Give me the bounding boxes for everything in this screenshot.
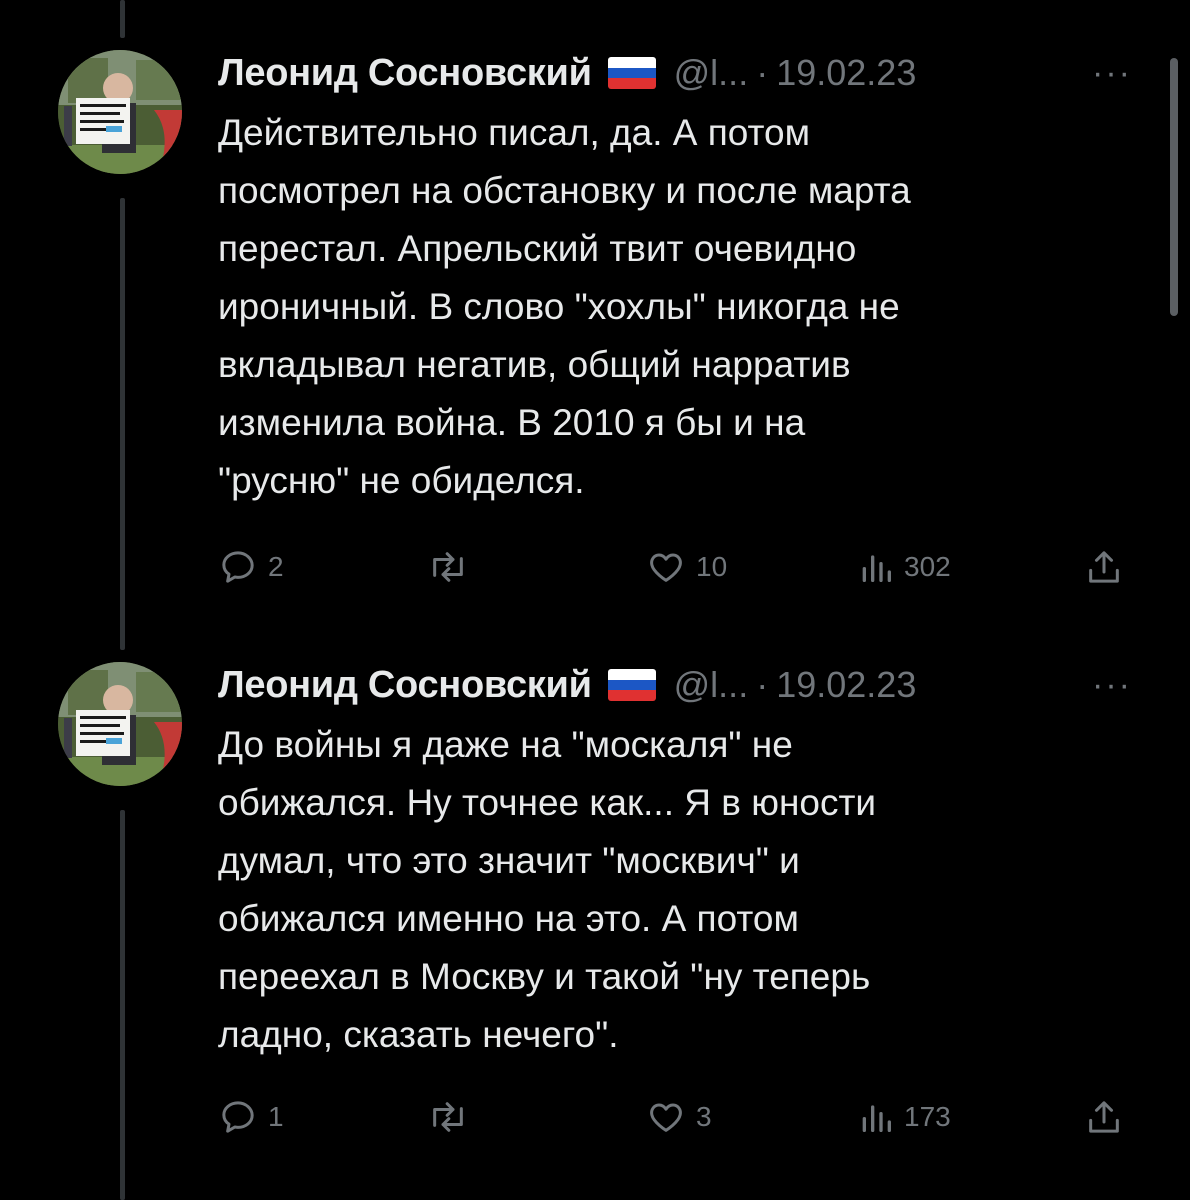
- tweet[interactable]: Леонид Сосновский @l... · 19.02.23 ··· Д…: [0, 610, 1190, 1200]
- more-icon[interactable]: ···: [1092, 666, 1132, 705]
- views-count: 173: [904, 1101, 951, 1132]
- tweet-actions: 1 3 173: [218, 1092, 1138, 1142]
- views-button[interactable]: 302: [858, 547, 951, 587]
- reply-button[interactable]: 1: [218, 1097, 284, 1137]
- views-icon: [862, 1105, 891, 1132]
- tweet-text: Действительно писал, да. А потом посмотр…: [218, 112, 911, 501]
- tweet-actions: 2 10 302: [218, 542, 1138, 592]
- tweet-header: Леонид Сосновский @l... · 19.02.23 ···: [218, 48, 1150, 98]
- reply-icon: [222, 1101, 254, 1133]
- share-button[interactable]: [1084, 1097, 1124, 1137]
- separator: ·: [756, 52, 769, 93]
- views-icon: [862, 555, 891, 582]
- like-button[interactable]: 3: [646, 1097, 712, 1137]
- tweet-date[interactable]: 19.02.23: [776, 52, 916, 94]
- retweet-icon: [433, 1102, 463, 1132]
- views-count: 302: [904, 551, 951, 582]
- reply-button[interactable]: 2: [218, 547, 284, 587]
- more-icon[interactable]: ···: [1092, 54, 1132, 93]
- reply-icon: [222, 551, 254, 583]
- like-count: 10: [696, 551, 728, 582]
- retweet-button[interactable]: [426, 1097, 470, 1137]
- like-count: 3: [696, 1101, 712, 1132]
- retweet-button[interactable]: [426, 547, 470, 587]
- tweet[interactable]: Леонид Сосновский @l... · 19.02.23 ··· Д…: [0, 0, 1190, 640]
- share-icon: [1089, 1101, 1119, 1133]
- tweet-date[interactable]: 19.02.23: [776, 664, 916, 706]
- russia-flag-icon: [607, 669, 656, 701]
- tweet-header: Леонид Сосновский @l... · 19.02.23 ···: [218, 660, 1150, 710]
- share-icon: [1089, 551, 1119, 583]
- author-handle[interactable]: @l...: [674, 664, 749, 706]
- like-icon: [650, 553, 682, 582]
- author-name[interactable]: Леонид Сосновский: [218, 664, 592, 707]
- russia-flag-icon: [607, 57, 656, 89]
- like-button[interactable]: 10: [646, 547, 727, 587]
- reply-count: 2: [268, 551, 284, 582]
- author-name[interactable]: Леонид Сосновский: [218, 52, 592, 95]
- author-handle[interactable]: @l...: [674, 52, 749, 94]
- tweet-text: До войны я даже на "москаля" не обижался…: [218, 724, 877, 1055]
- avatar[interactable]: [58, 50, 182, 174]
- avatar[interactable]: [58, 662, 182, 786]
- separator: ·: [756, 664, 769, 705]
- reply-count: 1: [268, 1101, 284, 1132]
- retweet-icon: [433, 552, 463, 582]
- like-icon: [650, 1103, 682, 1132]
- views-button[interactable]: 173: [858, 1097, 951, 1137]
- share-button[interactable]: [1084, 547, 1124, 587]
